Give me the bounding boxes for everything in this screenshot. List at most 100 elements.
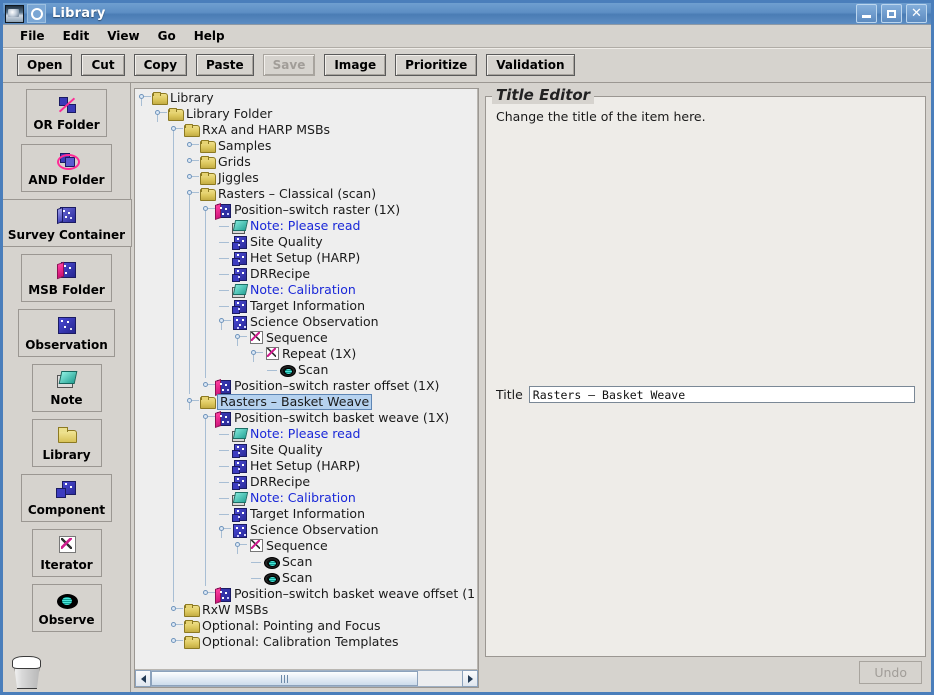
tree-row[interactable]: Scan (135, 570, 477, 586)
tree-collapse-handle[interactable] (167, 602, 183, 618)
tree-row[interactable]: Site Quality (135, 234, 477, 250)
menu-edit[interactable]: Edit (54, 27, 99, 45)
tree-collapse-handle[interactable] (167, 618, 183, 634)
tree-row[interactable]: Het Setup (HARP) (135, 250, 477, 266)
tree-collapse-handle[interactable] (199, 378, 215, 394)
tree-row[interactable]: DRRecipe (135, 474, 477, 490)
tree-row[interactable]: Position–switch raster (1X) (135, 202, 477, 218)
tree-indent (135, 266, 215, 282)
tree-row[interactable]: Note: Calibration (135, 282, 477, 298)
image-button[interactable]: Image (324, 54, 387, 76)
validation-button[interactable]: Validation (486, 54, 575, 76)
tree-expand-handle[interactable] (135, 90, 151, 106)
tree-row[interactable]: Target Information (135, 506, 477, 522)
tree-expand-handle[interactable] (247, 346, 263, 362)
scroll-thumb[interactable] (151, 671, 419, 686)
tree-row[interactable]: Science Observation (135, 314, 477, 330)
trash-icon[interactable] (10, 654, 44, 689)
tree-expand-handle[interactable] (183, 394, 199, 410)
tree-row[interactable]: Position–switch basket weave (1X) (135, 410, 477, 426)
tree-row[interactable]: Library (135, 90, 477, 106)
palette-item-observation[interactable]: Observation (18, 309, 115, 357)
tree-row[interactable]: Position–switch raster offset (1X) (135, 378, 477, 394)
tree-row-label: Optional: Calibration Templates (202, 634, 399, 649)
folder-icon (199, 394, 216, 410)
scroll-track[interactable] (151, 670, 462, 687)
tree-row[interactable]: Site Quality (135, 442, 477, 458)
scroll-left-button[interactable] (135, 670, 151, 687)
msb-icon (215, 378, 231, 394)
palette-item-and-folder[interactable]: AND Folder (21, 144, 112, 192)
component-icon (231, 298, 247, 314)
tree-row[interactable]: RxA and HARP MSBs (135, 122, 477, 138)
cut-button[interactable]: Cut (81, 54, 125, 76)
tree-leaf-connector (215, 234, 231, 250)
copy-button[interactable]: Copy (133, 54, 188, 76)
tree-expand-handle[interactable] (231, 538, 247, 554)
prioritize-button[interactable]: Prioritize (395, 54, 478, 76)
close-button[interactable]: ✕ (906, 4, 927, 23)
tree-viewport[interactable]: Library Library Folder RxA and HARP MSBs Sa… (135, 89, 478, 669)
tree-row[interactable]: Target Information (135, 298, 477, 314)
tree-row[interactable]: Note: Please read (135, 426, 477, 442)
tree-collapse-handle[interactable] (183, 154, 199, 170)
msb-icon (215, 586, 231, 602)
menu-file[interactable]: File (11, 27, 54, 45)
minimize-button[interactable] (856, 4, 877, 23)
tree-row[interactable]: Jiggles (135, 170, 477, 186)
tree-row[interactable]: Scan (135, 554, 477, 570)
tree-row[interactable]: Note: Calibration (135, 490, 477, 506)
title-input[interactable] (528, 386, 915, 403)
palette-item-component[interactable]: Component (20, 474, 113, 522)
tree-row[interactable]: Rasters – Classical (scan) (135, 186, 477, 202)
tree-collapse-handle[interactable] (199, 586, 215, 602)
palette-item-msb-folder[interactable]: MSB Folder (21, 254, 112, 302)
maximize-button[interactable] (881, 4, 902, 23)
tree-row[interactable]: Sequence (135, 538, 477, 554)
tree-row[interactable]: Rasters – Basket Weave (135, 394, 477, 410)
tree-row[interactable]: Optional: Pointing and Focus (135, 618, 477, 634)
open-button[interactable]: Open (17, 54, 73, 76)
folder-icon (151, 90, 168, 106)
palette-item-library[interactable]: Library (31, 419, 102, 467)
palette-item-note[interactable]: Note (31, 364, 102, 412)
tree-collapse-handle[interactable] (183, 138, 199, 154)
tree-collapse-handle[interactable] (183, 170, 199, 186)
tree-row[interactable]: Science Observation (135, 522, 477, 538)
scroll-right-button[interactable] (462, 670, 478, 687)
tree-expand-handle[interactable] (167, 122, 183, 138)
tree-row[interactable]: Note: Please read (135, 218, 477, 234)
tree-row[interactable]: Sequence (135, 330, 477, 346)
tree-horizontal-scrollbar[interactable] (135, 669, 478, 687)
tree-row[interactable]: Grids (135, 154, 477, 170)
palette-item-survey-container[interactable]: Survey Container (3, 199, 133, 247)
tree-row[interactable]: Samples (135, 138, 477, 154)
tree-row[interactable]: Repeat (1X) (135, 346, 477, 362)
tree-expand-handle[interactable] (151, 106, 167, 122)
tree-row[interactable]: Het Setup (HARP) (135, 458, 477, 474)
tree-expand-handle[interactable] (183, 186, 199, 202)
tree-row[interactable]: RxW MSBs (135, 602, 477, 618)
tree-row[interactable]: Scan (135, 362, 477, 378)
menu-help[interactable]: Help (185, 27, 234, 45)
paste-button[interactable]: Paste (196, 54, 254, 76)
palette-item-observe[interactable]: Observe (31, 584, 102, 632)
palette-item-iterator[interactable]: Iterator (31, 529, 102, 577)
menu-view[interactable]: View (98, 27, 148, 45)
tree-row[interactable]: Optional: Calibration Templates (135, 634, 477, 650)
tree-row[interactable]: Library Folder (135, 106, 477, 122)
component-icon (231, 250, 247, 266)
menu-go[interactable]: Go (149, 27, 185, 45)
tree-row[interactable]: Position–switch basket weave offset (1 (135, 586, 477, 602)
tree-expand-handle[interactable] (199, 410, 215, 426)
tree-expand-handle[interactable] (231, 330, 247, 346)
tree-collapse-handle[interactable] (167, 634, 183, 650)
tree-expand-handle[interactable] (199, 202, 215, 218)
tree-row[interactable]: DRRecipe (135, 266, 477, 282)
tree-indent (135, 410, 199, 426)
tree-expand-handle[interactable] (215, 522, 231, 538)
palette-item-or-folder[interactable]: OR Folder (26, 89, 107, 137)
msb-icon (215, 410, 231, 426)
tree-expand-handle[interactable] (215, 314, 231, 330)
